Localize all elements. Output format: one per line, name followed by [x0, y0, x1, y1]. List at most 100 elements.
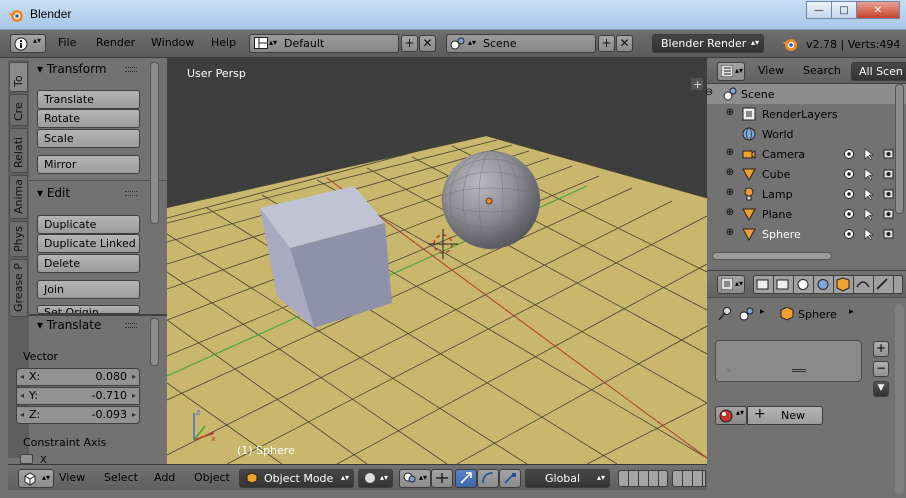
outliner-item-plane[interactable]: ⊕ Plane: [707, 204, 906, 224]
expand-icon[interactable]: ⊕: [725, 188, 735, 198]
translate-button[interactable]: Translate: [37, 90, 140, 109]
panel-grip[interactable]: [125, 191, 137, 196]
maximize-button[interactable]: □: [831, 1, 857, 19]
translate-manipulator-button[interactable]: [455, 469, 477, 488]
tab-tools[interactable]: To: [9, 62, 28, 92]
material-slot-list[interactable]: ◦: [715, 340, 862, 382]
add-layout-button[interactable]: +: [401, 35, 418, 52]
duplicate-linked-button[interactable]: Duplicate Linked: [37, 234, 140, 253]
outliner-display-mode[interactable]: All Scen: [851, 62, 906, 81]
minimize-button[interactable]: —: [806, 1, 832, 19]
mode-selector[interactable]: Object Mode ▴▾: [239, 469, 354, 488]
manipulator-toggle[interactable]: [431, 469, 453, 488]
constraint-x-checkbox[interactable]: [20, 454, 33, 464]
pivot-point-selector[interactable]: ▴▾: [399, 469, 431, 488]
transform-orientation-selector[interactable]: Global ▴▾: [525, 469, 610, 488]
vector-y-field[interactable]: ◂ Y: -0.710 ▸: [16, 387, 140, 405]
editor-type-3d-button[interactable]: ▴▾: [18, 469, 54, 488]
browse-material-button[interactable]: ▴▾: [715, 406, 747, 425]
vector-z-field[interactable]: ◂ Z: -0.093 ▸: [16, 406, 140, 424]
outliner-item-camera[interactable]: ⊕ Camera: [707, 144, 906, 164]
vector-label: Vector: [23, 350, 59, 363]
viewport-shading-selector[interactable]: ▴▾: [358, 469, 393, 488]
tab-physics[interactable]: Phys: [9, 221, 28, 257]
outliner-item-world[interactable]: World: [707, 124, 906, 144]
render-engine-name: Blender Render: [661, 37, 747, 50]
mesh-icon: [742, 168, 756, 181]
3d-view-header: ▴▾ View Select Add Object Object Mode ▴▾…: [8, 464, 707, 490]
layer-buttons-2[interactable]: [672, 470, 706, 487]
menu-object[interactable]: Object: [194, 471, 230, 484]
outliner-item-renderlayers[interactable]: ⊕ RenderLayers: [707, 104, 906, 124]
edit-panel-header[interactable]: ▾ Edit: [37, 186, 70, 200]
tab-animation[interactable]: Anima: [9, 175, 28, 219]
renderlayers-icon: [742, 107, 756, 121]
layout-selector[interactable]: ▴▾ Default: [249, 34, 399, 53]
expand-icon[interactable]: ⊕: [725, 108, 735, 118]
join-button[interactable]: Join: [37, 280, 140, 299]
editor-type-properties-button[interactable]: ▴▾: [717, 275, 745, 294]
expand-icon[interactable]: ⊕: [725, 208, 735, 218]
expand-icon[interactable]: ⊕: [725, 228, 735, 238]
scene-selector[interactable]: ▴▾ Scene: [446, 34, 596, 53]
outliner-item-cube[interactable]: ⊕ Cube: [707, 164, 906, 184]
object-mode-icon: [246, 472, 258, 484]
properties-scrollbar[interactable]: [895, 304, 904, 494]
remove-scene-button[interactable]: ✕: [616, 35, 633, 52]
transform-panel-header[interactable]: ▾ Transform: [37, 62, 107, 76]
pin-icon[interactable]: [717, 306, 733, 322]
scale-manipulator-button[interactable]: [499, 469, 521, 488]
operator-scrollbar[interactable]: [150, 318, 159, 366]
vector-x-field[interactable]: ◂ X: 0.080 ▸: [16, 368, 140, 386]
outliner-horizontal-scrollbar[interactable]: [712, 252, 832, 260]
outliner-menu-search[interactable]: Search: [803, 64, 841, 77]
set-origin-button[interactable]: Set Origin: [37, 305, 140, 314]
menu-file[interactable]: File: [58, 36, 76, 49]
duplicate-button[interactable]: Duplicate: [37, 215, 140, 234]
outliner-scrollbar[interactable]: [895, 84, 904, 214]
panel-grip[interactable]: [125, 67, 137, 72]
outliner-icon: [721, 65, 733, 77]
editor-type-outliner-button[interactable]: ▴▾: [717, 62, 745, 81]
menu-add[interactable]: Add: [154, 471, 175, 484]
tab-create[interactable]: Cre: [9, 94, 28, 126]
menu-render[interactable]: Render: [96, 36, 135, 49]
window-title: Blender: [30, 7, 72, 21]
new-material-button[interactable]: + New: [747, 406, 823, 425]
outliner-header: ▴▾ View Search All Scen: [707, 58, 906, 84]
close-button[interactable]: ✕: [856, 1, 900, 19]
delete-button[interactable]: Delete: [37, 254, 140, 273]
remove-material-slot-button[interactable]: −: [873, 361, 889, 377]
outliner-item-lamp[interactable]: ⊕ Lamp: [707, 184, 906, 204]
rotate-button[interactable]: Rotate: [37, 109, 140, 128]
outliner-menu-view[interactable]: View: [758, 64, 784, 77]
svg-text:x: x: [211, 434, 216, 443]
panel-grip[interactable]: [125, 323, 137, 328]
menu-help[interactable]: Help: [211, 36, 236, 49]
toolshelf-scrollbar[interactable]: [150, 62, 159, 224]
add-material-slot-button[interactable]: +: [873, 341, 889, 357]
outliner-item-sphere[interactable]: ⊕ Sphere: [707, 224, 906, 244]
expand-icon[interactable]: ⊕: [725, 148, 735, 158]
tab-grease-pencil[interactable]: Grease P: [9, 259, 28, 317]
collapse-icon[interactable]: ⊖: [704, 88, 714, 98]
material-specials-button[interactable]: ▼: [873, 381, 889, 397]
expand-icon[interactable]: ⊕: [725, 168, 735, 178]
mirror-button[interactable]: Mirror: [37, 155, 140, 174]
render-engine-selector[interactable]: Blender Render ▴▾: [652, 34, 764, 53]
editor-type-button[interactable]: ▴▾: [10, 34, 46, 53]
tab-relations[interactable]: Relati: [9, 128, 28, 173]
3d-viewport[interactable]: z x + User Persp (1) Sphere: [167, 58, 707, 464]
add-scene-button[interactable]: +: [598, 35, 615, 52]
viewport-scene[interactable]: z x +: [167, 58, 707, 464]
layer-buttons[interactable]: [618, 470, 668, 487]
menu-view[interactable]: View: [59, 471, 85, 484]
menu-select[interactable]: Select: [104, 471, 138, 484]
sphere-object[interactable]: [441, 150, 541, 250]
remove-layout-button[interactable]: ✕: [419, 35, 436, 52]
scale-button[interactable]: Scale: [37, 129, 140, 148]
rotate-manipulator-button[interactable]: [477, 469, 499, 488]
outliner-item-scene[interactable]: ⊖ Scene: [704, 84, 906, 104]
menu-window[interactable]: Window: [151, 36, 194, 49]
operator-panel-header[interactable]: ▾ Translate: [37, 318, 101, 332]
